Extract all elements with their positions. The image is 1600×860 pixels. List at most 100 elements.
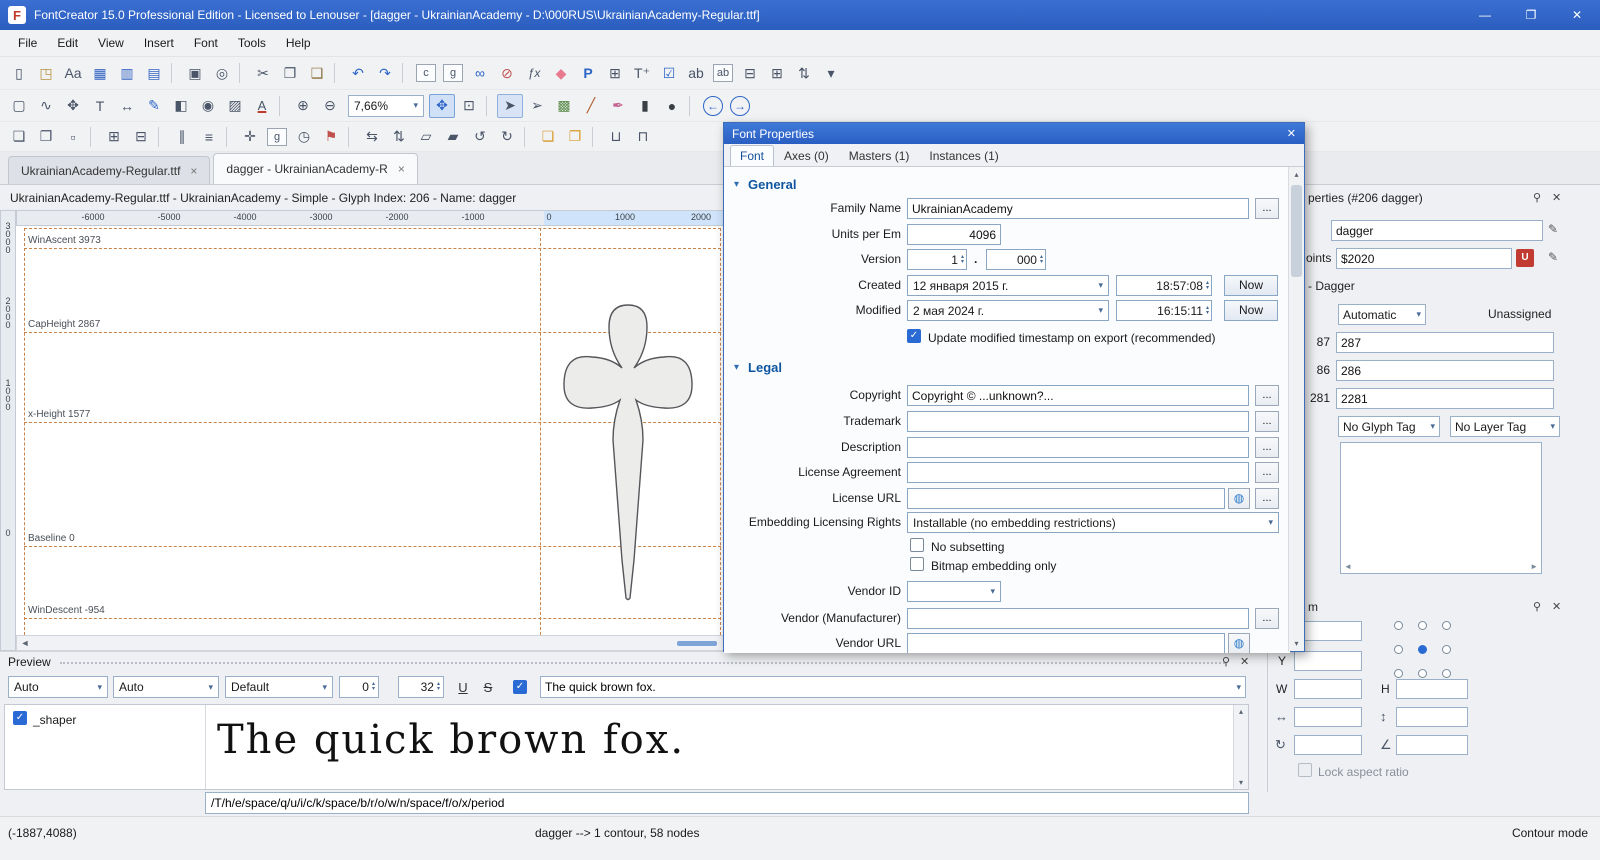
- dagger-glyph-outline[interactable]: [560, 302, 696, 606]
- metric-value-input[interactable]: [1336, 388, 1554, 409]
- new-document-icon[interactable]: ▯: [6, 61, 32, 85]
- menu-item[interactable]: Edit: [47, 32, 88, 54]
- vendor-id-select[interactable]: ▾: [907, 581, 1001, 602]
- spin-down-icon[interactable]: ▾: [1206, 285, 1209, 291]
- license-agreement-input[interactable]: [907, 462, 1249, 483]
- decompose-icon[interactable]: ⊘: [494, 61, 520, 85]
- anchor-point-dot-selected[interactable]: [1417, 644, 1427, 654]
- panel-drag-grip[interactable]: [60, 662, 1225, 664]
- lasso-select-icon[interactable]: ∿: [33, 94, 59, 118]
- metric-value-input[interactable]: [1336, 360, 1554, 381]
- intersection-icon[interactable]: ⊓: [630, 125, 656, 149]
- dialog-tab[interactable]: Masters (1): [839, 145, 920, 166]
- save-icon[interactable]: ▦: [87, 61, 113, 85]
- scroll-down-icon[interactable]: ▾: [1289, 639, 1304, 648]
- no-subsetting-checkbox[interactable]: [910, 538, 924, 552]
- draw-contour-icon[interactable]: ✎: [141, 94, 167, 118]
- anchor-point-dot[interactable]: [1393, 668, 1403, 678]
- license-url-input[interactable]: [907, 488, 1225, 509]
- glyph-name-input[interactable]: [1331, 220, 1543, 241]
- pin-icon[interactable]: ⚲: [1533, 600, 1541, 613]
- copyright-browse-button[interactable]: ...: [1255, 385, 1279, 406]
- preview-vertical-scrollbar[interactable]: ▴ ▾: [1233, 705, 1248, 789]
- menu-item[interactable]: Insert: [134, 32, 184, 54]
- anchor-point-dot[interactable]: [1417, 668, 1427, 678]
- dialog-tab[interactable]: Font: [730, 145, 775, 166]
- anchor-point-dot[interactable]: [1393, 644, 1403, 654]
- contour-select-icon[interactable]: ➤: [497, 93, 523, 118]
- open-file-icon[interactable]: ◳: [33, 61, 59, 85]
- undo-icon[interactable]: ↶: [345, 61, 371, 85]
- flip-vertical-icon[interactable]: ⇅: [386, 125, 412, 149]
- modified-date-select[interactable]: 2 мая 2024 г. ▾: [907, 300, 1109, 321]
- send-backward-icon[interactable]: ❐: [562, 125, 588, 149]
- trademark-input[interactable]: [907, 411, 1249, 432]
- mapping-mode-select[interactable]: Automatic ▾: [1338, 304, 1426, 325]
- scroll-left-icon[interactable]: ◄: [17, 638, 33, 648]
- scroll-down-icon[interactable]: ▾: [1234, 778, 1248, 787]
- glyph-sequence-input[interactable]: [205, 792, 1249, 814]
- point-add-icon[interactable]: ➢: [524, 94, 550, 118]
- codepoints-input[interactable]: [1336, 248, 1512, 269]
- vendor-url-input[interactable]: [907, 633, 1225, 653]
- history-clock-icon[interactable]: ◷: [291, 125, 317, 149]
- height-input[interactable]: [1396, 679, 1468, 699]
- document-tab[interactable]: UkrainianAcademy-Regular.ttf ×: [8, 156, 211, 184]
- edit-pencil-icon[interactable]: ✎: [1548, 250, 1558, 264]
- license-url-browse-button[interactable]: ...: [1255, 488, 1279, 509]
- ungroup-icon[interactable]: ⊟: [128, 125, 154, 149]
- minimize-button[interactable]: —: [1462, 0, 1508, 30]
- align-icon[interactable]: ∥: [169, 125, 195, 149]
- open-url-globe-icon[interactable]: ◍: [1228, 488, 1250, 509]
- strikethrough-toggle-button[interactable]: S: [477, 676, 499, 698]
- remove-glyph-icon[interactable]: ⊟: [737, 61, 763, 85]
- vendor-browse-button[interactable]: ...: [1255, 608, 1279, 629]
- family-name-browse-button[interactable]: ...: [1255, 198, 1279, 219]
- skew-vertical-icon[interactable]: ▰: [440, 125, 466, 149]
- dialog-tab[interactable]: Axes (0): [774, 145, 839, 166]
- maximize-button[interactable]: ❐: [1508, 0, 1554, 30]
- glyph-names-icon[interactable]: ab: [713, 64, 733, 82]
- created-now-button[interactable]: Now: [1224, 275, 1278, 296]
- clear-outline-icon[interactable]: ▫: [60, 125, 86, 149]
- paste-outline-icon[interactable]: ❐: [33, 125, 59, 149]
- bring-forward-icon[interactable]: ❏: [535, 125, 561, 149]
- glyph-tag-listbox[interactable]: ◄ ►: [1340, 442, 1542, 574]
- zoom-selection-icon[interactable]: ⊡: [456, 94, 482, 118]
- union-icon[interactable]: ⊔: [603, 125, 629, 149]
- spin-down-icon[interactable]: ▾: [1040, 259, 1043, 265]
- family-name-input[interactable]: [907, 198, 1249, 219]
- spin-down-icon[interactable]: ▾: [961, 259, 964, 265]
- guides-icon[interactable]: ✛: [237, 125, 263, 149]
- copy-outline-icon[interactable]: ❏: [6, 125, 32, 149]
- copyright-input[interactable]: [907, 385, 1249, 406]
- anchor-point-dot[interactable]: [1417, 620, 1427, 630]
- spin-down-icon[interactable]: ▾: [1206, 310, 1209, 316]
- rotate-input[interactable]: [1294, 735, 1362, 755]
- skew-input[interactable]: [1396, 735, 1468, 755]
- copy-icon[interactable]: ❐: [277, 61, 303, 85]
- cut-icon[interactable]: ✂: [250, 61, 276, 85]
- chevron-down-icon[interactable]: ▾: [1236, 682, 1241, 693]
- flip-horizontal-icon[interactable]: ⇆: [359, 125, 385, 149]
- sort-icon[interactable]: ⇅: [791, 61, 817, 85]
- tab-close-icon[interactable]: ×: [398, 162, 405, 176]
- hatch-fill-icon[interactable]: ▨: [222, 94, 248, 118]
- font-overview-icon[interactable]: Aa: [60, 61, 86, 85]
- glyph-tag-select[interactable]: No Glyph Tag ▾: [1338, 416, 1440, 437]
- layer-tag-select[interactable]: No Layer Tag ▾: [1450, 416, 1560, 437]
- edit-pencil-icon[interactable]: ✎: [1548, 222, 1558, 236]
- spin-down-icon[interactable]: ▾: [437, 686, 440, 692]
- pan-hand-icon[interactable]: ✥: [60, 94, 86, 118]
- spin-down-icon[interactable]: ▾: [372, 686, 375, 692]
- save-all-icon[interactable]: ▤: [141, 61, 167, 85]
- dialog-close-icon[interactable]: ✕: [1287, 127, 1296, 140]
- bitmap-embedding-checkbox[interactable]: [910, 557, 924, 571]
- shaper-checkbox[interactable]: ✓: [13, 711, 27, 725]
- slice-icon[interactable]: ╱: [578, 94, 604, 118]
- rotate-cw-icon[interactable]: ↻: [494, 125, 520, 149]
- anchor-point-dot[interactable]: [1393, 620, 1403, 630]
- nav-back-icon[interactable]: ←: [703, 95, 723, 116]
- spellcheck-icon[interactable]: ab: [683, 61, 709, 85]
- menu-item[interactable]: Tools: [228, 32, 276, 54]
